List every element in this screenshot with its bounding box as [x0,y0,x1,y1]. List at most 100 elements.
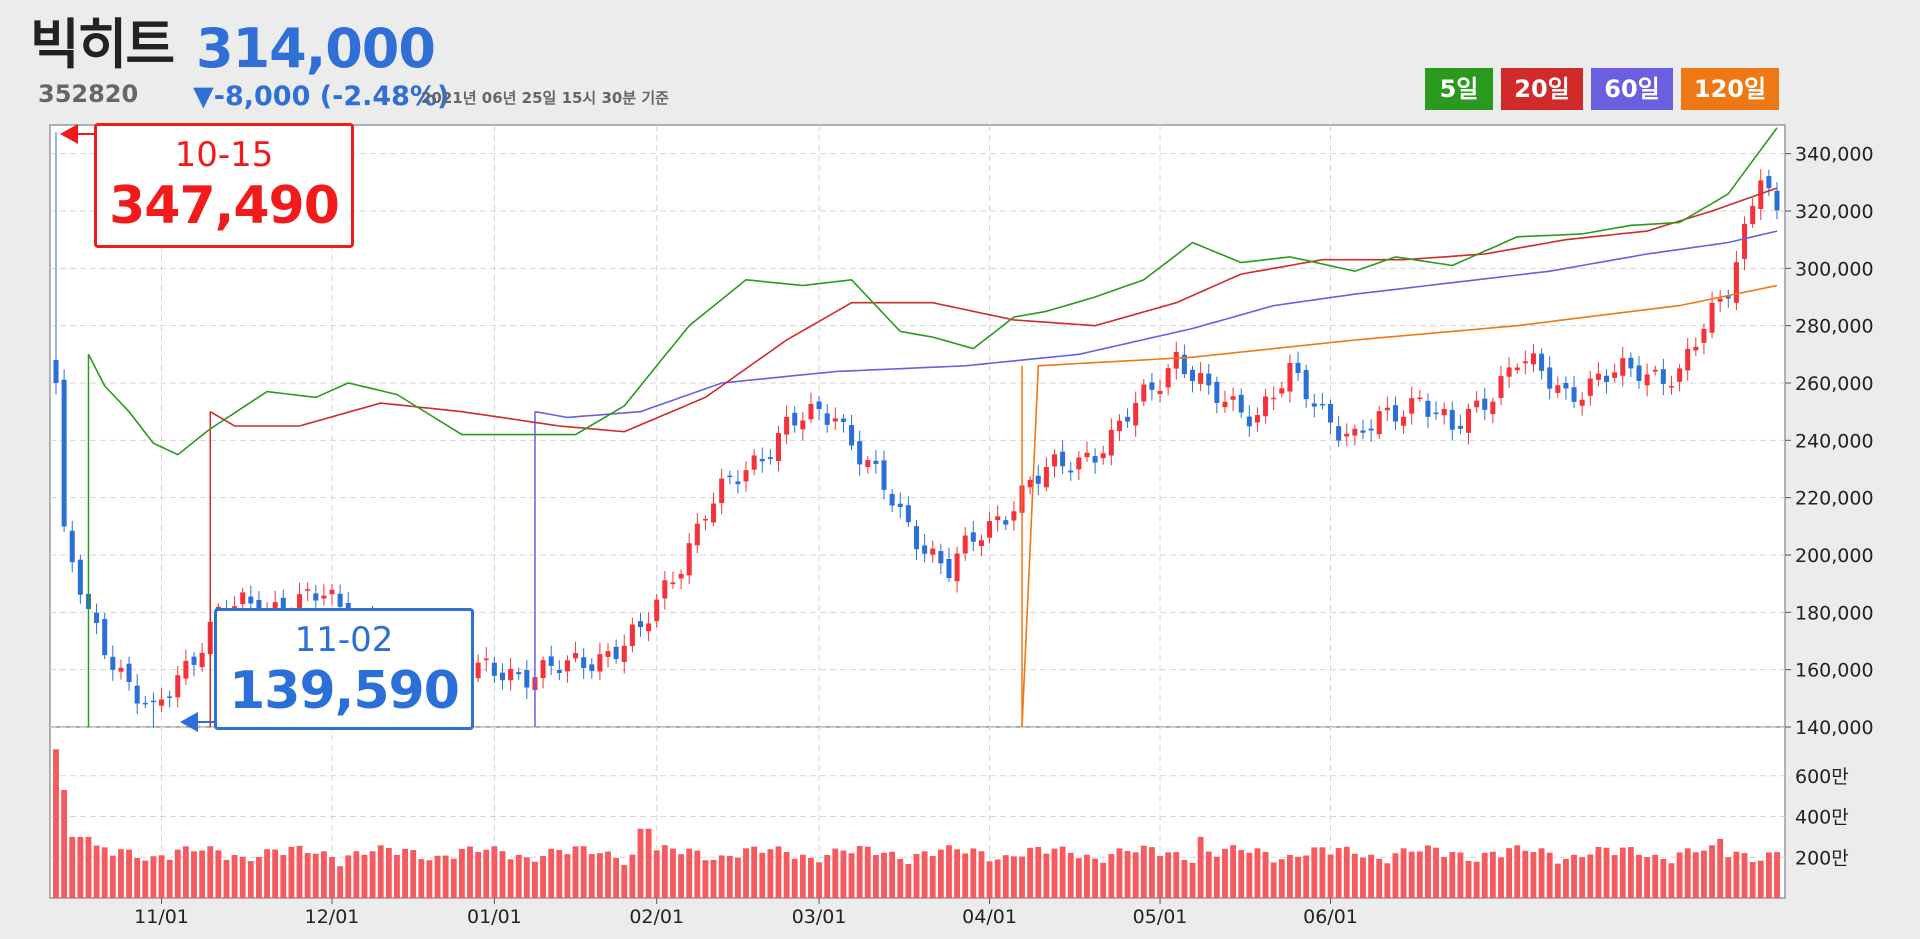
volume-bar [1465,860,1472,898]
volume-bar [548,848,555,898]
candle-up [711,503,717,523]
candle-up [1498,376,1504,398]
volume-bar [499,851,506,898]
volume-bar [223,859,230,898]
candle-up [1271,397,1277,400]
candle-up [719,478,725,504]
candle-down [1766,176,1772,189]
volume-bar [775,846,782,898]
volume-bar [434,855,441,898]
volume-bar [280,855,287,898]
candle-up [1287,362,1293,392]
candle-up [508,668,514,681]
volume-bar [1717,838,1724,898]
volume-bar [1725,857,1732,898]
candle-down [873,460,879,464]
volume-bar [353,851,360,898]
candle-down [1303,369,1309,400]
volume-bar [1619,847,1626,898]
candle-down [1457,425,1463,429]
volume-bar [442,855,449,898]
volume-bar [605,851,611,898]
candle-down [1774,190,1780,211]
x-axis-tick-label: 12/01 [305,906,360,928]
candle-down [1206,373,1212,386]
volume-bar [1010,856,1017,898]
candle-up [1263,396,1269,417]
volume-bar [329,857,335,898]
candle-up [1717,298,1723,302]
candle-down [792,412,798,426]
candle-up [662,580,668,599]
volume-bar [394,854,400,898]
volume-bar [1652,854,1659,898]
volume-bar [1075,858,1082,898]
volume-bar [1546,852,1553,898]
candle-up [1742,223,1748,259]
candle-down [824,413,830,425]
volume-bar [889,851,896,898]
candle-up [1173,351,1179,369]
volume-bar [718,855,725,898]
volume-bar [937,849,944,898]
candle-down [53,360,59,383]
volume-bar [1035,846,1042,898]
volume-bar [101,847,108,898]
volume-bar [1278,859,1285,898]
volume-bar [686,848,693,898]
volume-bar [678,854,685,898]
candle-down [1425,400,1431,417]
volume-bar [694,850,701,898]
candle-down [1125,416,1131,422]
y-axis-tick-label: 260,000 [1795,373,1874,395]
volume-bar [377,845,384,898]
high-price-callout: 10-15 347,490 [94,123,354,248]
volume-bar [402,848,408,898]
volume-bar [1765,852,1772,898]
volume-bar [1489,851,1496,898]
volume-bar [661,845,668,898]
candle-down [1449,409,1455,430]
volume-bar [231,855,238,898]
candle-up [475,662,481,679]
candle-up [1701,328,1707,343]
volume-bar [751,846,758,898]
volume-bar [962,853,969,898]
candle-up [1084,452,1090,458]
volume-bar [824,855,831,898]
volume-bar [1059,846,1066,898]
candle-up [1506,367,1512,377]
volume-bar [1108,854,1115,898]
candle-down [581,657,587,668]
candle-down [94,612,100,624]
candle-up [686,543,692,576]
volume-bar [507,859,514,898]
candle-up [321,595,327,599]
volume-bar [207,846,214,898]
volume-bar [1384,863,1391,898]
candle-down [1246,416,1252,427]
candle-down [126,663,132,682]
candle-up [1230,396,1236,400]
volume-bar [256,856,262,898]
volume-bar [118,849,124,898]
volume-bar [929,856,936,898]
candle-up [1733,262,1739,303]
volume-bar [1205,851,1212,898]
volume-bar [556,850,563,898]
volume-bar [1051,848,1058,898]
volume-bar [85,836,92,898]
volume-bar [702,860,709,898]
volume-bar [759,852,766,898]
volume-bar [93,845,100,898]
candle-up [694,523,700,546]
candle-up [1417,397,1423,400]
candle-up [678,573,684,579]
volume-bar [1270,862,1277,898]
candle-down [1547,367,1553,389]
candle-down [150,700,156,703]
candle-up [1677,368,1683,382]
volume-bar [1757,860,1764,898]
volume-bar [1749,862,1756,898]
candle-down [61,379,67,527]
